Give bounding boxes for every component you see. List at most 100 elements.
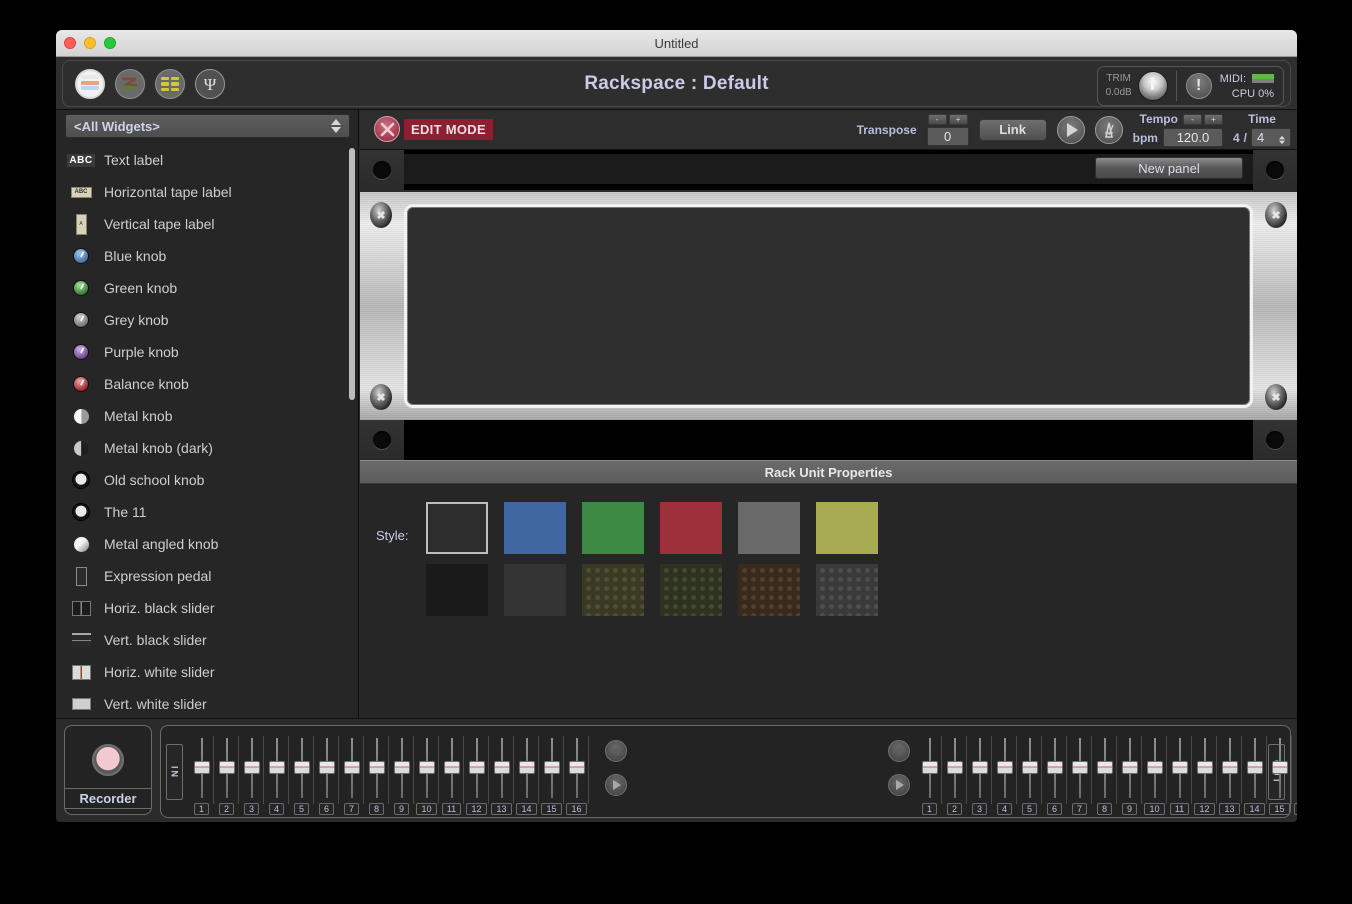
time-denominator-select[interactable]: 4: [1251, 128, 1291, 147]
fader-handle[interactable]: [293, 761, 310, 774]
style-swatch-row-1[interactable]: [426, 502, 878, 554]
input-next-button[interactable]: [605, 774, 627, 796]
maximize-button[interactable]: [104, 37, 116, 49]
fader-handle[interactable]: [468, 761, 485, 774]
trim-group[interactable]: TRIM 0.0dB: [1098, 67, 1176, 105]
widget-list-item[interactable]: Metal angled knob: [56, 528, 358, 560]
widget-list-item[interactable]: Horiz. white slider: [56, 656, 358, 688]
transpose-decrement-button[interactable]: -: [927, 113, 947, 125]
widget-list-item[interactable]: Horiz. black slider: [56, 592, 358, 624]
channel-fader[interactable]: [1042, 736, 1067, 804]
channel-fader[interactable]: [414, 736, 439, 804]
fader-handle[interactable]: [318, 761, 335, 774]
fader-handle[interactable]: [1071, 761, 1088, 774]
fader-handle[interactable]: [568, 761, 585, 774]
channel-fader[interactable]: [1017, 736, 1042, 804]
trim-knob[interactable]: [1137, 71, 1168, 101]
channel-fader[interactable]: [239, 736, 264, 804]
output-next-button[interactable]: [888, 774, 910, 796]
channel-fader[interactable]: [514, 736, 539, 804]
window-controls[interactable]: [64, 37, 116, 49]
fader-handle[interactable]: [1296, 761, 1297, 774]
fader-handle[interactable]: [543, 761, 560, 774]
fader-handle[interactable]: [243, 761, 260, 774]
fader-handle[interactable]: [1271, 761, 1288, 774]
channel-fader[interactable]: [289, 736, 314, 804]
widget-list-item[interactable]: The 11: [56, 496, 358, 528]
fader-handle[interactable]: [493, 761, 510, 774]
channel-fader[interactable]: [489, 736, 514, 804]
new-panel-button[interactable]: New panel: [1095, 157, 1243, 179]
widget-list-item[interactable]: Purple knob: [56, 336, 358, 368]
fader-handle[interactable]: [1021, 761, 1038, 774]
tempo-decrement-button[interactable]: -: [1182, 113, 1202, 125]
widget-list-item[interactable]: ABC Text label: [56, 144, 358, 176]
transpose-value[interactable]: 0: [926, 126, 969, 146]
fader-handle[interactable]: [418, 761, 435, 774]
tempo-steppers[interactable]: - +: [1182, 113, 1223, 125]
transpose-control[interactable]: - + 0: [926, 113, 969, 146]
fader-handle[interactable]: [1121, 761, 1138, 774]
style-green[interactable]: [582, 502, 644, 554]
fader-handle[interactable]: [946, 761, 963, 774]
fader-handle[interactable]: [268, 761, 285, 774]
channel-fader[interactable]: [992, 736, 1017, 804]
widget-list-item[interactable]: ABC Horizontal tape label: [56, 176, 358, 208]
widget-list-item[interactable]: Expression pedal: [56, 560, 358, 592]
channel-fader[interactable]: [1067, 736, 1092, 804]
input-fader-bank[interactable]: [189, 736, 589, 804]
fader-handle[interactable]: [1046, 761, 1063, 774]
channel-fader[interactable]: [189, 736, 214, 804]
fader-handle[interactable]: [193, 761, 210, 774]
transpose-increment-button[interactable]: +: [948, 113, 968, 125]
channel-fader[interactable]: [339, 736, 364, 804]
widget-list-item[interactable]: Vert. black slider: [56, 624, 358, 656]
widget-list-item[interactable]: Blue knob: [56, 240, 358, 272]
fader-handle[interactable]: [443, 761, 460, 774]
wrench-icon[interactable]: [374, 116, 400, 142]
widget-list-item[interactable]: Grey knob: [56, 304, 358, 336]
channel-fader[interactable]: [1117, 736, 1142, 804]
style-charcoal[interactable]: [504, 564, 566, 616]
style-swatch-row-2[interactable]: [426, 564, 878, 616]
widget-list-item[interactable]: Metal knob (dark): [56, 432, 358, 464]
fader-handle[interactable]: [1146, 761, 1163, 774]
channel-fader[interactable]: [389, 736, 414, 804]
fader-handle[interactable]: [218, 761, 235, 774]
channel-fader[interactable]: [1292, 736, 1297, 804]
widget-filter-dropdown[interactable]: <All Widgets>: [65, 114, 350, 138]
fader-handle[interactable]: [393, 761, 410, 774]
fader-handle[interactable]: [1246, 761, 1263, 774]
tempo-increment-button[interactable]: +: [1203, 113, 1223, 125]
style-brown-dots[interactable]: [738, 564, 800, 616]
channel-fader[interactable]: [264, 736, 289, 804]
fader-handle[interactable]: [921, 761, 938, 774]
widget-list-item[interactable]: Balance knob: [56, 368, 358, 400]
edit-mode-indicator[interactable]: EDIT MODE: [374, 116, 493, 142]
input-tab[interactable]: IN: [166, 744, 183, 800]
channel-fader[interactable]: [1242, 736, 1267, 804]
play-icon[interactable]: [1056, 115, 1085, 144]
fader-handle[interactable]: [343, 761, 360, 774]
channel-fader[interactable]: [942, 736, 967, 804]
minimize-button[interactable]: [84, 37, 96, 49]
channel-fader[interactable]: [464, 736, 489, 804]
style-blue[interactable]: [504, 502, 566, 554]
close-button[interactable]: [64, 37, 76, 49]
output-prev-button[interactable]: [888, 740, 910, 762]
widget-list-item[interactable]: Vert. white slider: [56, 688, 358, 718]
widget-list-item[interactable]: Metal knob: [56, 400, 358, 432]
fader-handle[interactable]: [996, 761, 1013, 774]
style-swatch-grid[interactable]: [426, 502, 878, 626]
tempo-value[interactable]: 120.0: [1162, 128, 1223, 147]
channel-fader[interactable]: [539, 736, 564, 804]
style-olive[interactable]: [816, 502, 878, 554]
exclamation-icon[interactable]: !: [1185, 73, 1212, 99]
style-plain-dark[interactable]: [426, 502, 488, 554]
recorder-panel[interactable]: Recorder: [64, 725, 152, 815]
rack-unit-panel[interactable]: ✖ ✖ ✖ ✖: [360, 192, 1297, 420]
rack-panel-canvas[interactable]: [404, 204, 1253, 408]
style-black-scuffed[interactable]: [426, 564, 488, 616]
fader-handle[interactable]: [971, 761, 988, 774]
fader-handle[interactable]: [1171, 761, 1188, 774]
